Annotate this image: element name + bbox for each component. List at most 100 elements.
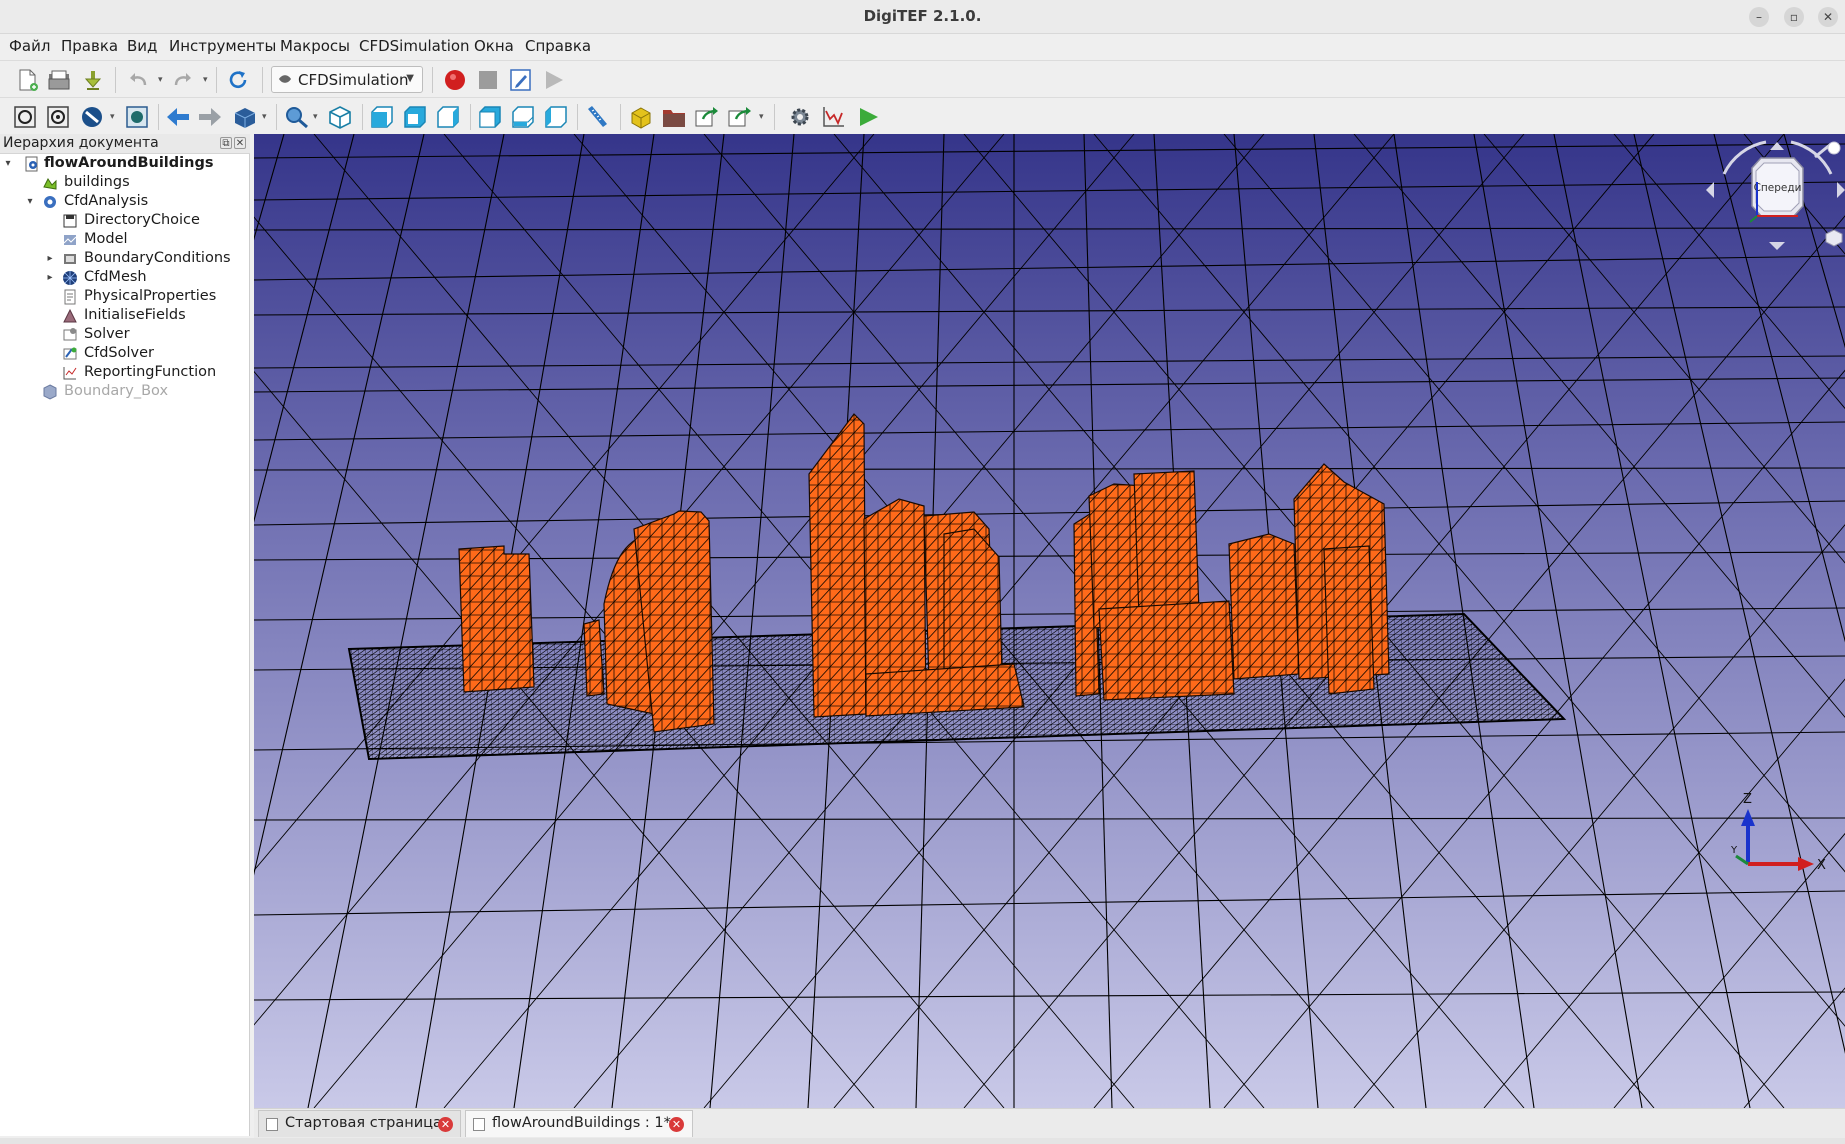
expand-arrow-icon[interactable]: ▸ — [44, 253, 56, 264]
redo-dropdown-icon[interactable]: ▾ — [203, 75, 208, 85]
new-document-icon[interactable] — [14, 68, 40, 92]
toolbar-separator — [216, 67, 217, 93]
document-icon — [266, 1118, 278, 1131]
create-group-icon[interactable] — [661, 105, 687, 129]
tree-item-flowaroundbuildings[interactable]: ▾ flowAroundBuildings — [2, 155, 248, 174]
tree-item-boundaryconditions[interactable]: ▸ BoundaryConditions — [2, 250, 248, 269]
tree-item-model[interactable]: Model — [2, 231, 248, 250]
folder-icon — [63, 214, 77, 228]
zoom-icon[interactable] — [284, 105, 310, 129]
measure-icon[interactable] — [584, 105, 610, 129]
navigation-cube[interactable]: Спереди — [1706, 134, 1845, 259]
3d-viewport[interactable]: Z X Y Спереди — [254, 134, 1845, 1108]
undo-icon[interactable] — [125, 68, 151, 92]
link-actions-dropdown-icon[interactable]: ▾ — [759, 112, 764, 122]
open-document-icon[interactable] — [46, 68, 72, 92]
status-bar — [0, 1138, 1845, 1144]
settings-gear-icon[interactable] — [787, 105, 813, 129]
toolbar-separator — [432, 67, 433, 93]
tree-item-label: Solver — [84, 326, 130, 342]
undo-dropdown-icon[interactable]: ▾ — [158, 75, 163, 85]
tree-item-cfdanalysis[interactable]: ▾ CfdAnalysis — [2, 193, 248, 212]
building-mesh — [1098, 600, 1235, 701]
run-macro-icon[interactable] — [541, 68, 567, 92]
menu-help[interactable]: Справка — [525, 37, 591, 55]
nav-up-arrow-icon[interactable] — [1770, 142, 1784, 150]
fit-selection-icon[interactable] — [45, 105, 71, 129]
refresh-icon[interactable] — [225, 68, 251, 92]
expand-arrow-icon[interactable]: ▸ — [44, 272, 56, 283]
residual-plot-icon[interactable] — [820, 105, 846, 129]
tree-item-cfdsolver[interactable]: CfdSolver — [2, 345, 248, 364]
right-view-icon[interactable] — [435, 105, 461, 129]
tree-item-directorychoice[interactable]: DirectoryChoice — [2, 212, 248, 231]
tree-item-buildings[interactable]: buildings — [2, 174, 248, 193]
workbench-selector-label: CFDSimulation — [298, 71, 409, 89]
float-panel-icon[interactable]: ⧉ — [220, 137, 232, 149]
box-icon — [43, 384, 57, 400]
stop-macro-icon[interactable] — [475, 68, 501, 92]
edit-macro-icon[interactable] — [508, 68, 534, 92]
left-view-icon[interactable] — [543, 105, 569, 129]
forward-arrow-icon[interactable] — [197, 105, 223, 129]
menu-tools[interactable]: Инструменты — [169, 37, 276, 55]
isometric-view-icon[interactable] — [327, 105, 353, 129]
tree-item-solver[interactable]: Solver — [2, 326, 248, 345]
nav-right-arrow-icon[interactable] — [1837, 182, 1845, 198]
tab-flowaroundbuildings[interactable]: flowAroundBuildings : 1* ✕ — [465, 1110, 693, 1137]
menu-cfdsimulation[interactable]: CFDSimulation — [359, 37, 470, 55]
redo-icon[interactable] — [170, 68, 196, 92]
collapse-arrow-icon[interactable]: ▾ — [2, 158, 14, 169]
save-document-icon[interactable] — [80, 68, 106, 92]
application-window: DigiTEF 2.1.0. – ▫ ✕ Файл Правка Вид Инс… — [0, 0, 1845, 1144]
draw-style-dropdown-icon[interactable]: ▾ — [110, 112, 115, 122]
close-panel-icon[interactable]: ✕ — [234, 137, 246, 149]
document-tab-bar: Стартовая страница ✕ flowAroundBuildings… — [254, 1108, 1845, 1138]
fit-all-icon[interactable] — [12, 105, 38, 129]
menu-edit[interactable]: Правка — [61, 37, 118, 55]
menu-macros[interactable]: Макросы — [280, 37, 350, 55]
tab-start-page[interactable]: Стартовая страница ✕ — [258, 1110, 461, 1137]
nav-cube-face-label: Спереди — [1754, 182, 1802, 194]
draw-style-icon[interactable] — [79, 105, 105, 129]
minimize-button[interactable]: – — [1749, 7, 1769, 27]
3d-scene[interactable]: Z X Y — [254, 134, 1845, 1108]
back-arrow-icon[interactable] — [165, 105, 191, 129]
tree-item-boundary-box[interactable]: Boundary_Box — [2, 383, 248, 402]
nav-cube-mini-icon[interactable] — [1825, 229, 1843, 247]
front-view-icon[interactable] — [369, 105, 395, 129]
record-macro-icon[interactable] — [442, 68, 468, 92]
collapse-arrow-icon[interactable]: ▾ — [24, 196, 36, 207]
close-window-button[interactable]: ✕ — [1818, 7, 1838, 27]
nav-left-arrow-icon[interactable] — [1706, 182, 1714, 198]
close-tab-icon[interactable]: ✕ — [438, 1117, 453, 1132]
close-tab-icon[interactable]: ✕ — [669, 1117, 684, 1132]
rear-view-icon[interactable] — [477, 105, 503, 129]
toolbar-separator — [276, 104, 277, 130]
create-part-icon[interactable] — [628, 105, 654, 129]
tree-item-physicalproperties[interactable]: PhysicalProperties — [2, 288, 248, 307]
nav-menu-icon[interactable] — [1827, 141, 1841, 155]
menu-windows[interactable]: Окна — [474, 37, 514, 55]
top-view-icon[interactable] — [402, 105, 428, 129]
bottom-view-icon[interactable] — [510, 105, 536, 129]
sync-view-icon[interactable] — [232, 105, 258, 129]
cfd-solver-icon — [63, 347, 77, 360]
zoom-dropdown-icon[interactable]: ▾ — [313, 112, 318, 122]
tree-item-cfdmesh[interactable]: ▸ CfdMesh — [2, 269, 248, 288]
tree-item-label: CfdMesh — [84, 269, 147, 285]
sync-view-dropdown-icon[interactable]: ▾ — [262, 112, 267, 122]
nav-down-arrow-icon[interactable] — [1769, 242, 1785, 250]
bounding-box-icon[interactable] — [124, 105, 150, 129]
tree-item-reportingfunction[interactable]: ReportingFunction — [2, 364, 248, 383]
tree-item-initialisefields[interactable]: InitialiseFields — [2, 307, 248, 326]
workbench-selector[interactable]: CFDSimulation ▼ — [271, 66, 423, 93]
solver-icon — [63, 328, 77, 341]
link-make-icon[interactable] — [694, 105, 720, 129]
menu-file[interactable]: Файл — [9, 37, 50, 55]
link-actions-icon[interactable] — [727, 105, 753, 129]
menu-view[interactable]: Вид — [127, 37, 157, 55]
boundary-icon — [64, 254, 76, 264]
run-solver-icon[interactable] — [855, 105, 881, 129]
restore-button[interactable]: ▫ — [1784, 7, 1804, 27]
